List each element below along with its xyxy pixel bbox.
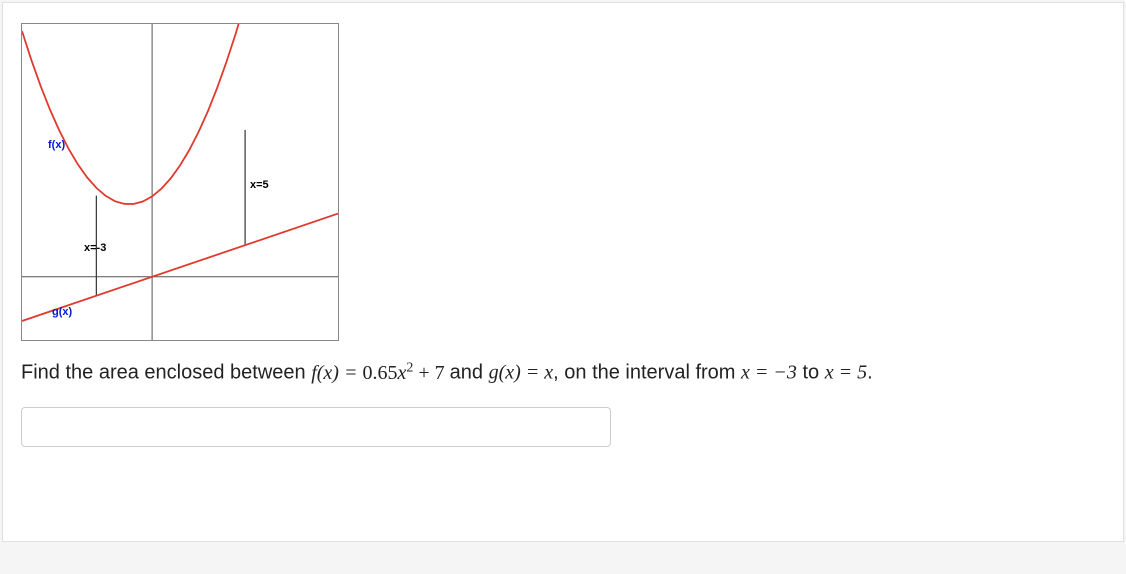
q-f-coef: 0.65 xyxy=(362,362,397,384)
q-g-lhs: g(x) = xyxy=(489,362,545,384)
label-g: g(x) xyxy=(52,306,72,318)
answer-input[interactable] xyxy=(21,407,611,447)
q-prefix: Find the area enclosed between xyxy=(21,362,311,384)
graph-svg xyxy=(22,24,338,340)
label-x5: x=5 xyxy=(250,179,269,191)
label-f: f(x) xyxy=(48,139,65,151)
q-f-lhs: f(x) = xyxy=(311,362,362,384)
problem-card: f(x) g(x) x=-3 x=5 Find the area enclose… xyxy=(2,2,1124,542)
q-f-var: x xyxy=(397,362,406,384)
q-end: . xyxy=(867,362,873,384)
label-xneg3: x=-3 xyxy=(84,242,106,254)
q-mid3: to xyxy=(802,362,824,384)
q-g-rhs: x xyxy=(544,362,553,384)
curve-f xyxy=(22,24,301,204)
question-text: Find the area enclosed between f(x) = 0.… xyxy=(21,357,1105,389)
q-from: x = −3 xyxy=(741,362,797,384)
q-f-tail: + 7 xyxy=(413,362,444,384)
function-graph: f(x) g(x) x=-3 x=5 xyxy=(21,23,339,341)
q-mid1: and xyxy=(450,362,489,384)
curve-g xyxy=(22,214,338,321)
q-mid2: , on the interval from xyxy=(553,362,741,384)
q-to: x = 5 xyxy=(825,362,867,384)
